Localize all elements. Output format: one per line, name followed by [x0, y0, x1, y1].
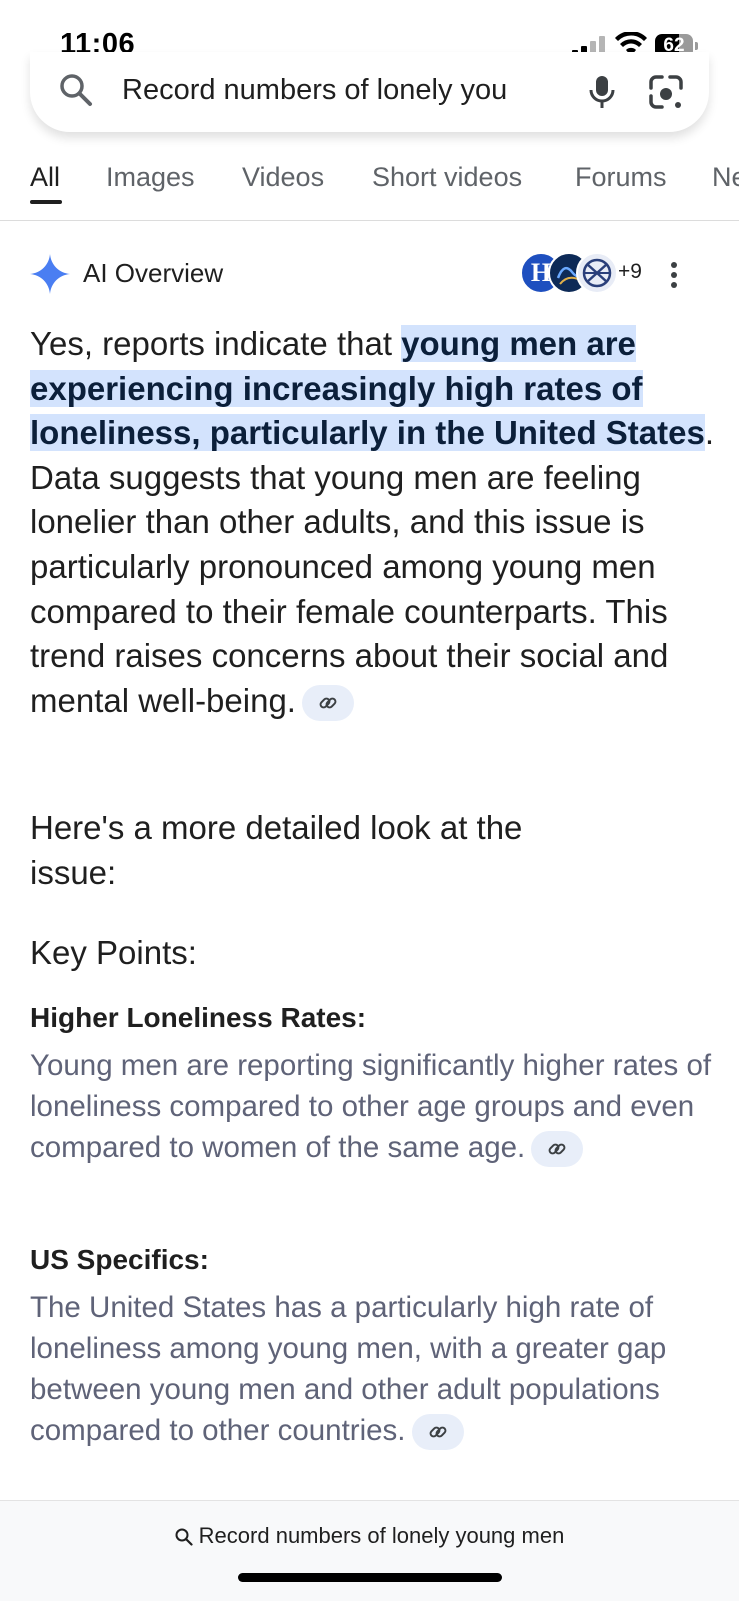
source-link-chip[interactable] — [411, 1414, 464, 1451]
summary-text-end: . Data suggests that young men are feeli… — [30, 414, 715, 719]
point-text-body: The United States has a particularly hig… — [30, 1291, 667, 1447]
tab-news[interactable]: Ne — [712, 162, 739, 193]
active-tab-indicator — [30, 200, 62, 204]
source-avatars[interactable]: H +9 — [520, 252, 650, 296]
point-heading: Higher Loneliness Rates: — [30, 1002, 367, 1033]
search-tabs: All Images Videos Short videos Forums Ne — [0, 152, 739, 221]
search-icon — [175, 1528, 193, 1546]
source-link-chip[interactable] — [531, 1131, 584, 1168]
tab-all[interactable]: All — [30, 162, 60, 193]
detail-intro: Here's a more detailed look at the issue… — [30, 809, 523, 891]
google-lens-icon[interactable] — [648, 74, 684, 110]
point-heading: US Specifics: — [30, 1244, 209, 1275]
link-icon — [319, 697, 337, 709]
tab-forums[interactable]: Forums — [575, 162, 667, 193]
microphone-icon[interactable] — [586, 74, 618, 110]
link-icon — [548, 1143, 566, 1155]
summary-text-start: Yes, reports indicate that — [30, 325, 402, 362]
point-text: Young men are reporting significantly hi… — [30, 1045, 720, 1168]
source-link-chip[interactable] — [301, 685, 354, 722]
gemini-sparkle-icon — [30, 254, 70, 294]
more-options-icon[interactable] — [671, 262, 677, 292]
ai-overview-summary: Yes, reports indicate that young men are… — [30, 322, 720, 723]
source-avatar-globe[interactable] — [576, 252, 618, 294]
tab-images[interactable]: Images — [106, 162, 195, 193]
link-icon — [429, 1426, 446, 1438]
tab-videos[interactable]: Videos — [242, 162, 324, 193]
bottom-query-text: Record numbers of lonely young men — [198, 1523, 565, 1548]
search-input[interactable]: Record numbers of lonely you — [122, 74, 562, 107]
home-indicator[interactable] — [238, 1573, 502, 1582]
key-points-heading: Key Points: — [30, 934, 197, 971]
point-text: The United States has a particularly hig… — [30, 1287, 720, 1451]
ai-overview-title: AI Overview — [83, 258, 224, 288]
tab-short-videos[interactable]: Short videos — [372, 162, 522, 193]
bottom-query-bar[interactable]: Record numbers of lonely young men — [0, 1500, 739, 1601]
search-icon[interactable] — [58, 72, 94, 108]
more-sources-count[interactable]: +9 — [618, 260, 642, 284]
bottom-query[interactable]: Record numbers of lonely young men — [0, 1523, 739, 1549]
search-bar[interactable]: Record numbers of lonely you — [30, 52, 709, 132]
ai-overview-header: AI Overview H +9 — [30, 252, 710, 296]
point-text-body: Young men are reporting significantly hi… — [30, 1049, 712, 1164]
globe-icon — [582, 258, 612, 288]
